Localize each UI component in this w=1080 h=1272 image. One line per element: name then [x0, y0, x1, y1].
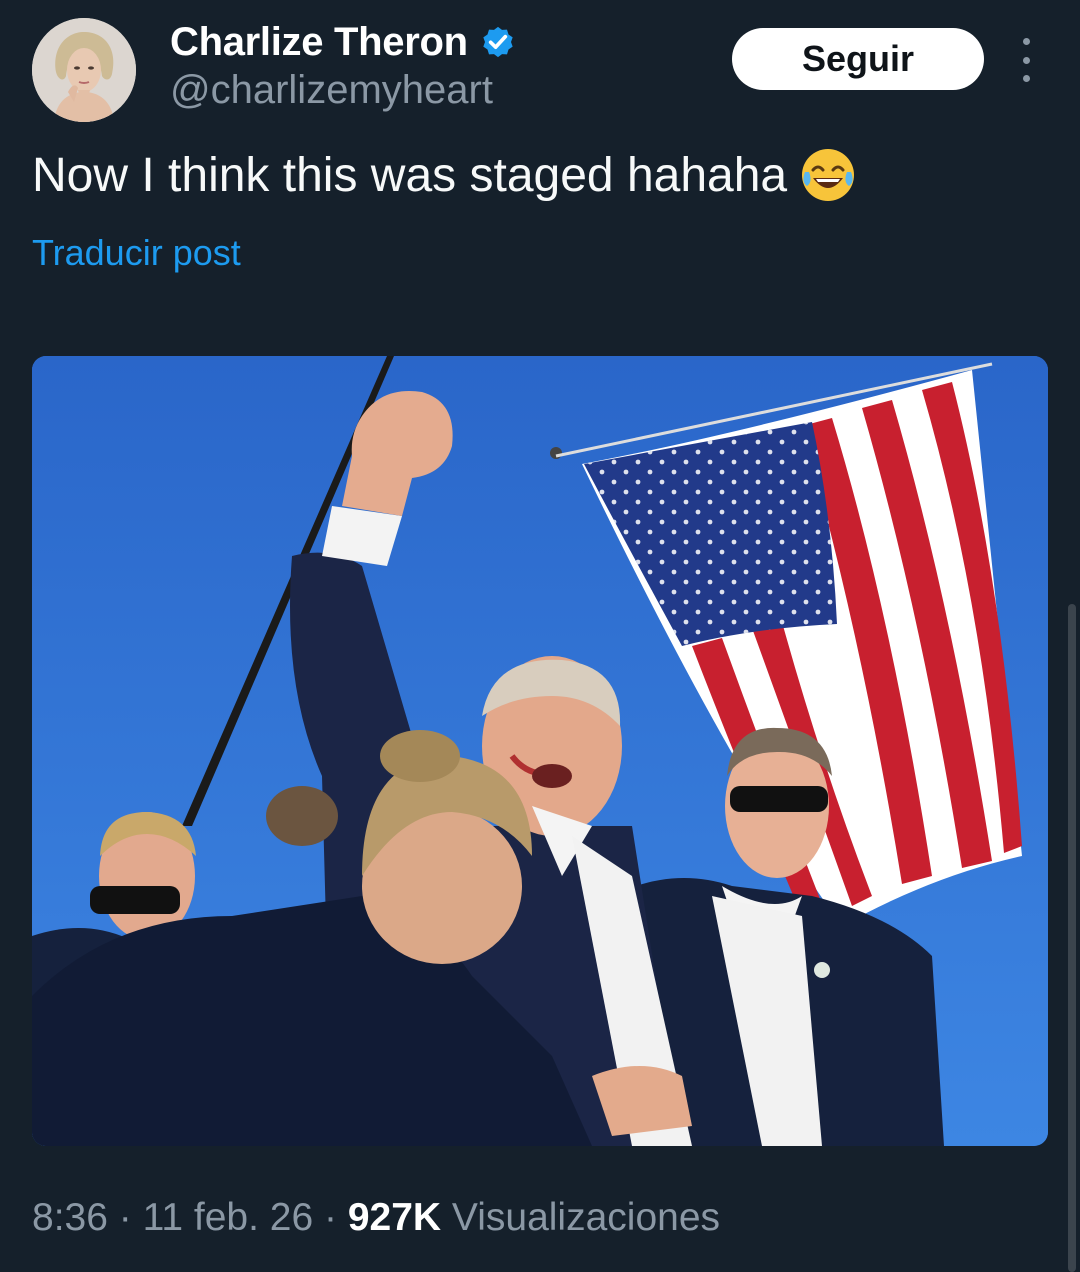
laughing-tears-emoji-icon — [799, 146, 857, 204]
avatar[interactable] — [32, 18, 136, 122]
profile-photo — [32, 18, 136, 122]
author-name-row[interactable]: Charlize Theron — [170, 16, 518, 68]
post-time[interactable]: 8:36 — [32, 1196, 108, 1239]
scrollbar[interactable] — [1068, 604, 1076, 1272]
meta-separator: · — [107, 1196, 143, 1239]
photo — [32, 356, 1048, 1146]
verified-badge-icon — [478, 22, 518, 62]
post-media-photo[interactable] — [32, 356, 1048, 1146]
more-vertical-icon[interactable] — [1012, 38, 1040, 82]
post-date[interactable]: 11 feb. 26 — [143, 1196, 314, 1239]
follow-button[interactable]: Seguir — [732, 28, 984, 90]
post-text-content: Now I think this was staged hahaha — [32, 148, 788, 202]
display-name[interactable]: Charlize Theron — [170, 20, 468, 65]
post-meta: 8:36 · 11 feb. 26 · 927K Visualizaciones — [32, 1196, 720, 1240]
views-count: 927K — [347, 1196, 442, 1239]
views-label: Visualizaciones — [441, 1196, 721, 1239]
translate-post-link[interactable]: Traducir post — [32, 232, 241, 274]
post-text: Now I think this was staged hahaha — [32, 146, 857, 204]
author-handle[interactable]: @charlizemyheart — [170, 68, 493, 113]
meta-separator: · — [313, 1196, 348, 1239]
